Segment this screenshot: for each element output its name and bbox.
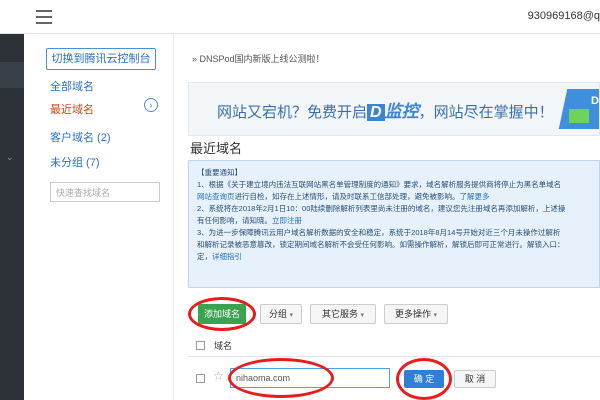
other-services-label: 其它服务 bbox=[321, 309, 358, 319]
notice-line-2-text: 进行自检，如存在上述情形，请及时联系工信部处理，避免被影响。 bbox=[234, 192, 460, 201]
notice-learn-more-link[interactable]: 了解更多 bbox=[460, 192, 490, 201]
group-dropdown[interactable]: 分组 ▾ bbox=[260, 304, 302, 324]
banner-text: 网站又宕机？免费开启 D 监控，网站尽在掌握中！ bbox=[217, 97, 554, 122]
select-all-checkbox[interactable] bbox=[196, 341, 205, 350]
notice-heading: 【重要通知】 bbox=[197, 168, 242, 177]
add-domain-button[interactable]: 添加域名 bbox=[198, 304, 246, 324]
banner-text-post: ，网站尽在掌握中！ bbox=[418, 104, 554, 121]
sidebar-item-recent-domains[interactable]: 最近域名 bbox=[50, 101, 94, 117]
more-actions-label: 更多操作 bbox=[394, 309, 431, 319]
switch-console-button[interactable]: 切换到腾讯云控制台 bbox=[46, 48, 156, 70]
important-notice: 【重要通知】 1、根据《关于建立境内违法互联网站黑名单管理制度的通知》要求，域名… bbox=[188, 160, 600, 288]
promo-banner[interactable]: 网站又宕机？免费开启 D 监控，网站尽在掌握中！ D bbox=[188, 82, 600, 136]
caret-down-icon: ▾ bbox=[289, 312, 294, 319]
confirm-button[interactable]: 确 定 bbox=[404, 370, 444, 388]
banner-brand-text: 监控 bbox=[384, 102, 419, 121]
more-actions-dropdown[interactable]: 更多操作 ▾ bbox=[384, 304, 448, 324]
cancel-button[interactable]: 取 消 bbox=[454, 370, 496, 388]
divider bbox=[188, 356, 600, 357]
notice-line-4-text: 有任何影响，请知晓。 bbox=[197, 216, 272, 225]
notice-line-2: 网站查询页进行自检，如存在上述情形，请及时联系工信部处理，避免被影响。了解更多 bbox=[197, 191, 591, 203]
notice-guide-link[interactable]: 详细指引 bbox=[212, 252, 242, 261]
banner-monitor-icon bbox=[569, 109, 589, 123]
notice-line-6: 和解析记录被恶意篡改，锁定期间域名解析不会受任何影响。如需操作解析，解锁后即可正… bbox=[197, 240, 565, 249]
star-icon[interactable]: ☆ bbox=[213, 369, 224, 383]
user-account[interactable]: 930969168@q bbox=[528, 10, 600, 22]
caret-down-icon: ▾ bbox=[360, 312, 365, 319]
sidebar: 切换到腾讯云控制台 全部域名 最近域名 › 客户域名 (2) 未分组 (7) 快… bbox=[24, 34, 174, 400]
announcement-link[interactable]: » DNSPod国内新版上线公测啦！ bbox=[192, 52, 325, 65]
chevron-right-icon[interactable]: › bbox=[144, 98, 158, 112]
row-checkbox[interactable] bbox=[196, 374, 205, 383]
sidebar-item-client-domains[interactable]: 客户域名 (2) bbox=[50, 129, 111, 145]
notice-line-7-text: 定， bbox=[197, 252, 212, 261]
notice-line-1: 1、根据《关于建立境内违法互联网站黑名单管理制度的通知》要求，域名解析服务提供商… bbox=[197, 180, 562, 189]
nav-rail: ⌄ bbox=[0, 34, 24, 400]
new-domain-input[interactable] bbox=[230, 368, 390, 388]
nav-rail-active-item[interactable] bbox=[0, 62, 24, 88]
sidebar-item-all-domains[interactable]: 全部域名 bbox=[50, 78, 94, 94]
notice-line-4: 有任何影响，请知晓。立即注册 bbox=[197, 215, 591, 227]
group-dropdown-label: 分组 bbox=[268, 309, 287, 319]
menu-icon[interactable] bbox=[36, 10, 52, 24]
page-title: 最近域名 bbox=[190, 141, 243, 156]
notice-line-5: 3、为进一步保障腾讯云用户域名解析数据的安全和稳定，系统于2018年8月14号开… bbox=[197, 228, 561, 237]
top-header: 930969168@q bbox=[0, 0, 600, 34]
banner-brand-mark: D bbox=[367, 104, 385, 121]
banner-text-pre: 网站又宕机？免费开启 bbox=[217, 104, 368, 121]
notice-line-7: 定，详细指引 bbox=[197, 251, 591, 263]
notice-site-check-link[interactable]: 网站查询页 bbox=[197, 192, 235, 201]
banner-corner-letter: D bbox=[591, 95, 599, 107]
column-header-domain: 域名 bbox=[214, 341, 233, 351]
caret-down-icon: ▾ bbox=[433, 312, 438, 319]
other-services-dropdown[interactable]: 其它服务 ▾ bbox=[310, 304, 376, 324]
chevron-down-icon[interactable]: ⌄ bbox=[6, 152, 14, 163]
main-content: » DNSPod国内新版上线公测啦！ 网站又宕机？免费开启 D 监控，网站尽在掌握中… bbox=[188, 34, 600, 400]
notice-line-3: 2、系统将在2018年2月1日10：00陆续删除解析列表里尚未注册的域名，建议您… bbox=[197, 204, 566, 213]
notice-register-link[interactable]: 立即注册 bbox=[272, 216, 302, 225]
domain-search-input[interactable]: 快速查找域名 bbox=[50, 182, 160, 202]
sidebar-item-ungrouped[interactable]: 未分组 (7) bbox=[50, 154, 100, 170]
